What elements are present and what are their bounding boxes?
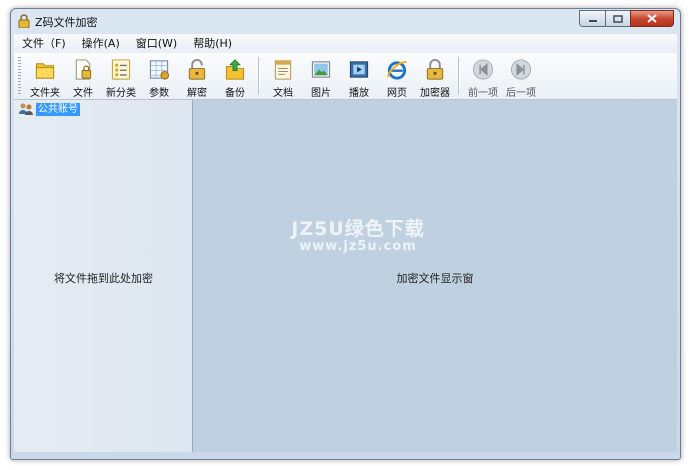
next-button[interactable]: 后一项: [502, 55, 540, 99]
next-label: 后一项: [506, 88, 536, 99]
watermark-brand: JZ5U绿色下载: [291, 218, 425, 240]
document-label: 文档: [273, 88, 293, 99]
webpage-label: 网页: [387, 88, 407, 99]
file-lock-icon: [75, 59, 92, 80]
encrypted-files-view[interactable]: JZ5U绿色下载 www.jz5u.com 加密文件显示窗: [193, 100, 677, 452]
menu-window[interactable]: 窗口(W): [128, 34, 185, 53]
document-button[interactable]: 文档: [264, 55, 302, 99]
picture-label: 图片: [311, 88, 331, 99]
maximize-button[interactable]: [605, 10, 630, 27]
play-label: 播放: [349, 88, 369, 99]
category-tree-panel[interactable]: 公共账号 将文件拖到此处加密: [14, 100, 193, 452]
tree-node-label: 公共账号: [36, 102, 80, 116]
previous-button[interactable]: 前一项: [464, 55, 502, 99]
minimize-button[interactable]: [579, 10, 605, 27]
webpage-button[interactable]: 网页: [378, 55, 416, 99]
close-button[interactable]: [630, 10, 674, 27]
users-icon: [19, 103, 33, 115]
previous-icon: [472, 59, 494, 80]
minimize-icon: [588, 19, 597, 22]
ie-browser-icon: [387, 60, 407, 80]
parameters-label: 参数: [149, 88, 169, 99]
window-title: Z码文件加密: [35, 16, 98, 29]
toolbar: 文件夹 文件 新分类 参数 解密 备份 文档 图片 播放 网页 加密器 前一项 …: [14, 53, 677, 100]
menu-file[interactable]: 文件（F): [14, 34, 74, 53]
decrypt-label: 解密: [187, 88, 207, 99]
toolbar-separator: [458, 57, 460, 95]
previous-label: 前一项: [468, 88, 498, 99]
backup-button[interactable]: 备份: [216, 55, 254, 99]
next-icon: [510, 59, 532, 80]
picture-icon: [311, 61, 331, 78]
new-category-label: 新分类: [106, 88, 136, 99]
picture-button[interactable]: 图片: [302, 55, 340, 99]
toolbar-grip[interactable]: [18, 57, 21, 95]
tree-node-public-account[interactable]: 公共账号: [18, 102, 80, 116]
toolbar-separator: [258, 57, 260, 95]
document-icon: [274, 60, 292, 80]
settings-sheet-icon: [149, 60, 170, 80]
backup-label: 备份: [225, 88, 245, 99]
file-label: 文件: [73, 88, 93, 99]
decrypt-button[interactable]: 解密: [178, 55, 216, 99]
watermark: JZ5U绿色下载 www.jz5u.com: [283, 214, 433, 254]
folder-label: 文件夹: [30, 88, 60, 99]
menu-bar: 文件（F) 操作(A) 窗口(W) 帮助(H): [14, 34, 677, 53]
category-list-icon: [111, 59, 131, 80]
window-controls: [579, 10, 674, 27]
new-category-button[interactable]: 新分类: [102, 55, 140, 99]
view-hint: 加密文件显示窗: [396, 272, 474, 285]
padlock-closed-icon: [426, 59, 444, 80]
folder-icon: [35, 63, 55, 79]
drop-hint: 将文件拖到此处加密: [54, 272, 153, 285]
folder-button[interactable]: 文件夹: [26, 55, 64, 99]
parameters-button[interactable]: 参数: [140, 55, 178, 99]
encryptor-button[interactable]: 加密器: [416, 55, 454, 99]
backup-icon: [225, 59, 245, 80]
watermark-url: www.jz5u.com: [299, 239, 417, 254]
close-icon: [647, 14, 657, 23]
maximize-icon: [613, 14, 623, 23]
app-lock-icon: [18, 14, 30, 28]
menu-action[interactable]: 操作(A): [74, 34, 128, 53]
menu-help[interactable]: 帮助(H): [185, 34, 240, 53]
file-button[interactable]: 文件: [64, 55, 102, 99]
video-icon: [349, 61, 369, 78]
title-bar[interactable]: Z码文件加密: [11, 9, 680, 34]
padlock-open-icon: [188, 59, 206, 80]
play-button[interactable]: 播放: [340, 55, 378, 99]
app-window: Z码文件加密 文件（F) 操作(A) 窗口(W) 帮助(H) 文件夹 文件 新分…: [10, 8, 681, 460]
encryptor-label: 加密器: [420, 88, 450, 99]
